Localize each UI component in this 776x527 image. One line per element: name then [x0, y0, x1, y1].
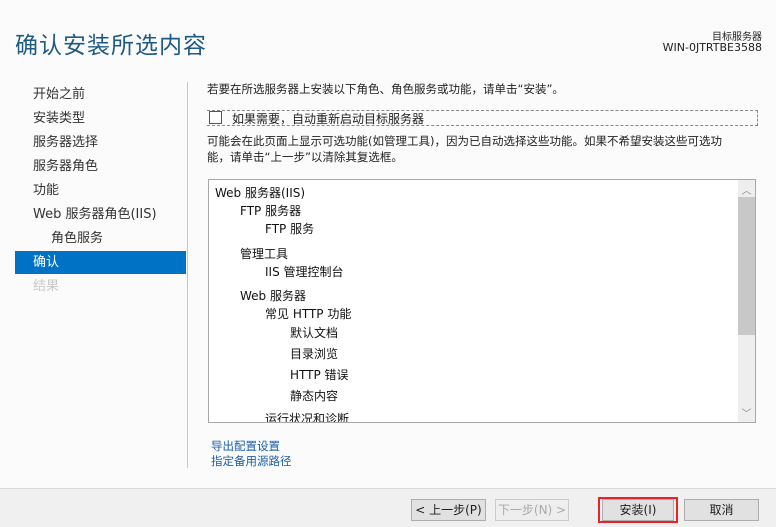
page-title: 确认安装所选内容 — [15, 33, 207, 59]
divider — [187, 82, 188, 468]
alternate-source-link[interactable]: 指定备用源路径 — [211, 453, 292, 469]
scrollbar-thumb[interactable] — [738, 197, 755, 335]
install-button[interactable]: 安装(I) — [602, 499, 674, 521]
list-item: FTP 服务 — [265, 222, 315, 236]
note-text-line2: 能，请单击“上一步”以清除其复选框。 — [207, 150, 403, 164]
intro-text: 若要在所选服务器上安装以下角色、角色服务或功能，请单击“安装”。 — [207, 82, 564, 96]
list-item: 管理工具 — [240, 247, 289, 261]
list-item: HTTP 错误 — [290, 368, 349, 382]
target-server-name: WIN-0JTRTBE3588 — [662, 41, 762, 54]
list-item: 目录浏览 — [290, 347, 339, 361]
list-item: 运行状况和诊断 — [265, 412, 350, 423]
nav-server-roles[interactable]: 服务器角色 — [15, 155, 186, 178]
previous-button[interactable]: < 上一步(P) — [411, 499, 486, 521]
cancel-button[interactable]: 取消 — [684, 499, 759, 521]
note-text-line1: 可能会在此页面上显示可选功能(如管理工具)，因为已自动选择这些功能。如果不希望安… — [207, 134, 722, 148]
selection-list[interactable]: Web 服务器(IIS) FTP 服务器 FTP 服务 管理工具 IIS 管理控… — [208, 179, 756, 423]
list-item: Web 服务器 — [240, 289, 306, 303]
scroll-up-icon[interactable]: ︿ — [738, 182, 755, 197]
nav-confirmation[interactable]: 确认 — [15, 251, 186, 274]
nav-before-you-begin[interactable]: 开始之前 — [15, 83, 186, 106]
list-item: Web 服务器(IIS) — [215, 186, 306, 200]
restart-checkbox-label[interactable]: 如果需要，自动重新启动目标服务器 — [232, 110, 424, 127]
list-item: 默认文档 — [290, 326, 339, 340]
nav-results: 结果 — [33, 279, 60, 294]
nav-web-server-role[interactable]: Web 服务器角色(IIS) — [15, 203, 186, 226]
scroll-down-icon[interactable]: ﹀ — [738, 405, 755, 420]
next-button: 下一步(N) > — [495, 499, 569, 521]
nav-installation-type[interactable]: 安装类型 — [15, 107, 186, 130]
nav-features[interactable]: 功能 — [15, 179, 186, 202]
export-config-link[interactable]: 导出配置设置 — [211, 438, 280, 454]
list-item: 静态内容 — [290, 389, 339, 403]
list-item: 常见 HTTP 功能 — [265, 307, 352, 321]
scrollbar[interactable]: ︿ ﹀ — [738, 180, 755, 422]
nav-role-services[interactable]: 角色服务 — [15, 227, 186, 250]
restart-checkbox[interactable] — [209, 111, 222, 124]
list-item: FTP 服务器 — [240, 204, 302, 218]
nav-server-selection[interactable]: 服务器选择 — [15, 131, 186, 154]
list-item: IIS 管理控制台 — [265, 265, 344, 279]
